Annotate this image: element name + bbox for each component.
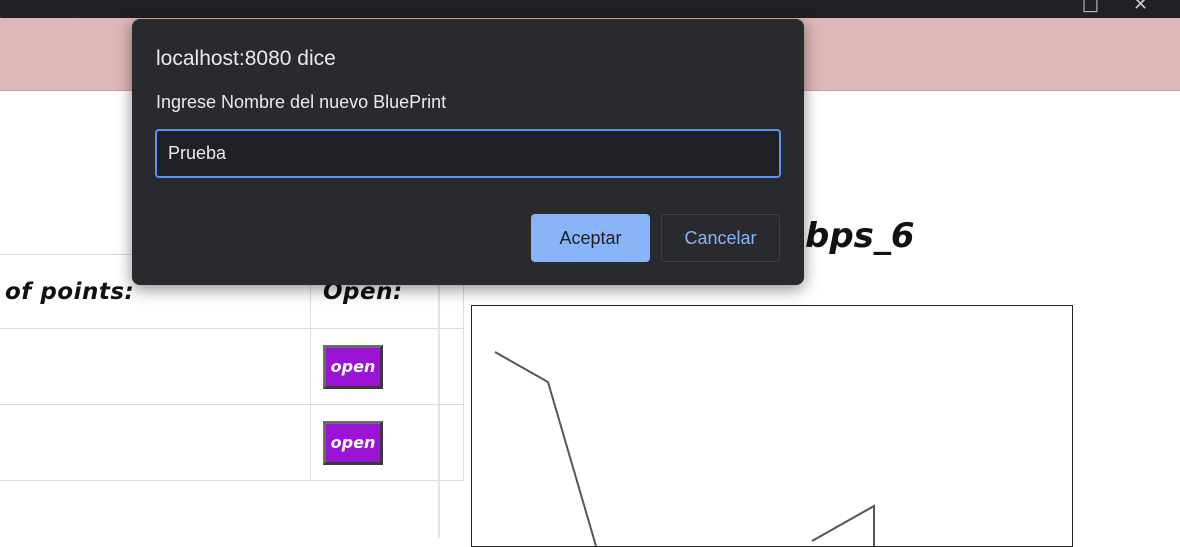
- browser-top-bar: □ ✕: [0, 0, 1180, 33]
- blueprint-path: [494, 351, 597, 546]
- maximize-icon[interactable]: □: [1082, 0, 1099, 14]
- accept-button[interactable]: Aceptar: [531, 214, 650, 262]
- open-cell: open: [310, 404, 464, 481]
- blueprint-canvas[interactable]: [471, 305, 1073, 547]
- dialog-message: Ingrese Nombre del nuevo BluePrint: [156, 92, 447, 112]
- prompt-dialog: localhost:8080 dice Ingrese Nombre del n…: [132, 19, 804, 285]
- table-row: open: [0, 328, 464, 405]
- close-icon[interactable]: ✕: [1133, 0, 1148, 14]
- blueprint-title: bps_6: [805, 216, 915, 256]
- points-cell: [0, 328, 311, 405]
- cancel-button[interactable]: Cancelar: [661, 214, 780, 262]
- blueprint-drawing: [494, 351, 875, 546]
- dialog-origin: localhost:8080 dice: [156, 47, 336, 70]
- blueprint-name-input[interactable]: [155, 129, 781, 178]
- blueprint-path: [811, 504, 875, 546]
- table-row: open: [0, 404, 464, 481]
- open-button[interactable]: open: [323, 344, 383, 389]
- open-cell: open: [310, 328, 464, 405]
- blueprints-table: of points: Open: open open: [0, 254, 464, 481]
- open-button[interactable]: open: [323, 420, 383, 465]
- points-cell: [0, 404, 311, 481]
